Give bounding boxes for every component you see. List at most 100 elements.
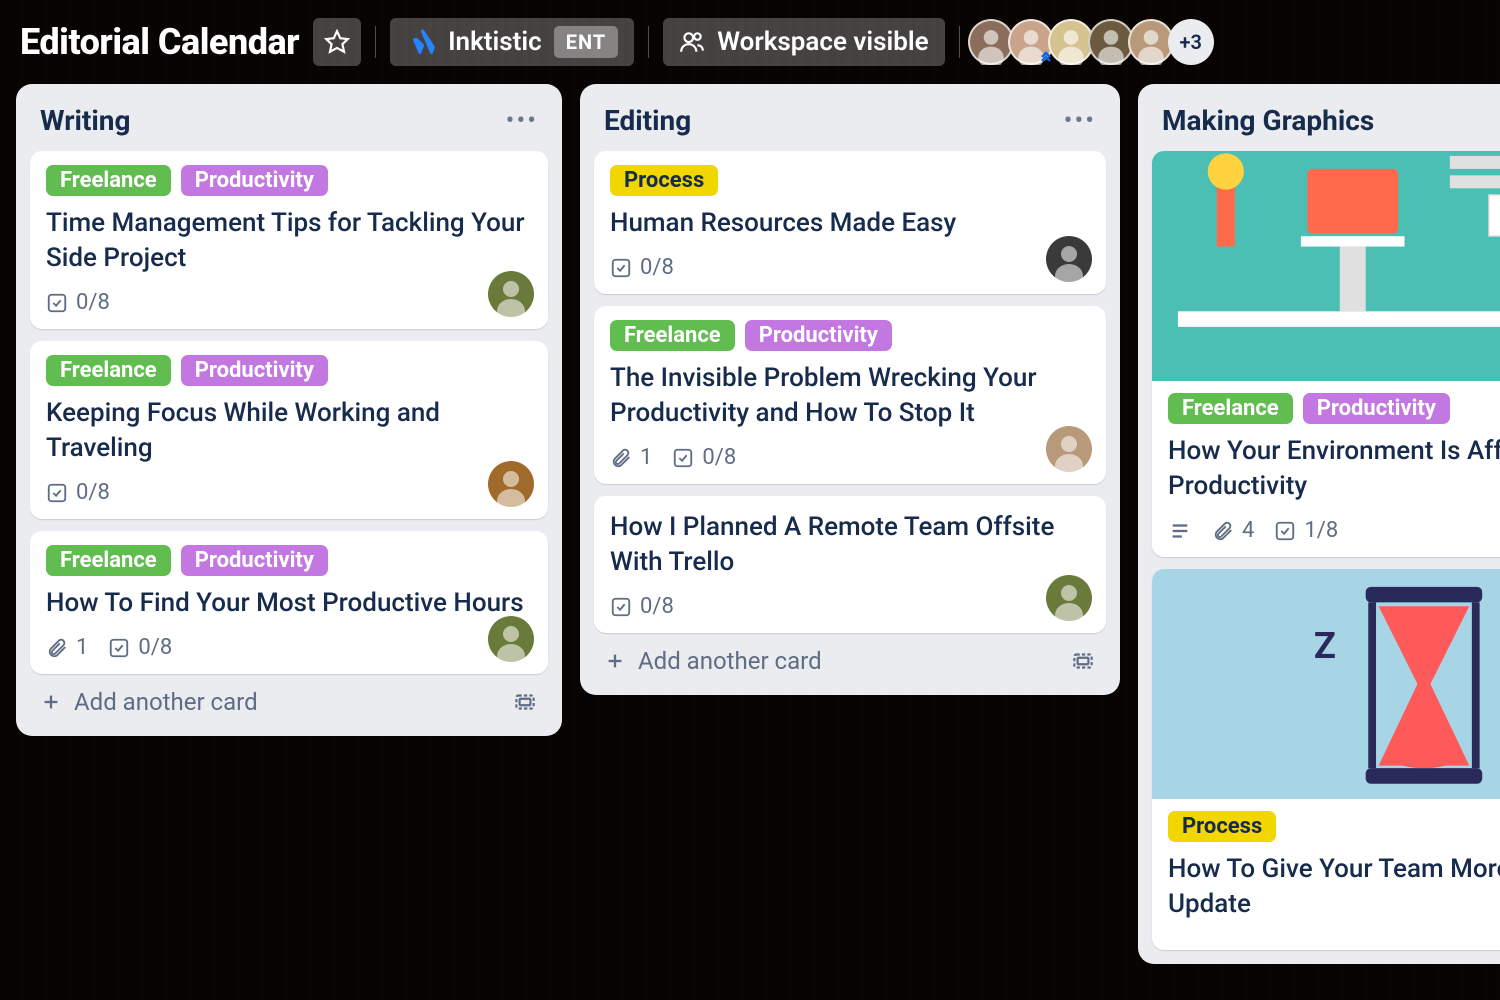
add-card-button[interactable]: Add another card — [594, 633, 1106, 681]
card-badges: 1 0/8 — [46, 635, 532, 660]
list: Writing ••• FreelanceProductivity Time M… — [16, 84, 562, 736]
label-productivity[interactable]: Productivity — [181, 355, 328, 386]
list-title[interactable]: Editing — [604, 104, 691, 137]
card-title: The Invisible Problem Wrecking Your Prod… — [610, 361, 1090, 431]
board-canvas: Writing ••• FreelanceProductivity Time M… — [0, 84, 1500, 1000]
card-member-avatar[interactable] — [1046, 236, 1092, 282]
label-productivity[interactable]: Productivity — [745, 320, 892, 351]
template-icon[interactable] — [1070, 648, 1096, 674]
card-member-avatar[interactable] — [1046, 426, 1092, 472]
list-header: Making Graphics ••• — [1152, 98, 1500, 151]
divider — [648, 26, 649, 58]
checklist-badge: 0/8 — [108, 635, 172, 660]
card[interactable]: Freelance Productivity How To Find Your M… — [30, 531, 548, 674]
card-badges: 1 0/8 — [610, 445, 1090, 470]
card-list: Freelance Productivity How Your Environme… — [1152, 151, 1500, 950]
card-badges: 0/8 — [610, 594, 1090, 619]
card[interactable]: Freelance Productivity Keeping Focus Whil… — [30, 341, 548, 519]
card-title: Human Resources Made Easy — [610, 206, 1090, 241]
template-icon[interactable] — [512, 689, 538, 715]
card-badges: 0/8 — [46, 290, 532, 315]
card-labels: Freelance Productivity — [610, 320, 1090, 351]
atlassian-icon — [406, 27, 436, 57]
visibility-button[interactable]: Workspace visible — [663, 18, 944, 66]
card-title: Keeping Focus While Working and Travelin… — [46, 396, 532, 466]
list-title[interactable]: Making Graphics — [1162, 104, 1374, 137]
add-card-label: Add another card — [638, 647, 822, 675]
label-freelance[interactable]: Freelance — [610, 320, 735, 351]
card[interactable]: How I Planned A Remote Team Offsite With… — [594, 496, 1106, 633]
checklist-badge: 0/8 — [610, 594, 674, 619]
attachment-badge: 4 — [1212, 518, 1254, 543]
card-member-avatar[interactable] — [488, 461, 534, 507]
list: Making Graphics ••• FreelanceProd — [1138, 84, 1500, 964]
plus-icon — [604, 650, 626, 672]
list-header: Writing ••• — [30, 98, 548, 151]
card-title: How I Planned A Remote Team Offsite With… — [610, 510, 1090, 580]
workspace-badge: ENT — [554, 26, 618, 58]
add-card-button[interactable]: Add another card — [30, 674, 548, 722]
label-productivity[interactable]: Productivity — [181, 165, 328, 196]
board-title[interactable]: Editorial Calendar — [20, 21, 299, 63]
description-badge — [1168, 520, 1192, 542]
card[interactable]: Freelance Productivity How Your Environme… — [1152, 151, 1500, 557]
add-card-label: Add another card — [74, 688, 258, 716]
label-process[interactable]: Process — [1168, 811, 1276, 842]
card-cover: Z z Z z — [1152, 569, 1500, 799]
checklist-badge: 0/8 — [672, 445, 736, 470]
card-title: How To Find Your Most Productive Hours — [46, 586, 532, 621]
checklist-badge: 0/8 — [610, 255, 674, 280]
star-button[interactable] — [313, 18, 361, 66]
card-member-avatar[interactable] — [488, 616, 534, 662]
member-avatar[interactable] — [1128, 19, 1174, 65]
card-title: How Your Environment Is Affecting Your P… — [1168, 434, 1500, 504]
card[interactable]: Z z Z z Process How To Give Your Team Mo… — [1152, 569, 1500, 950]
label-freelance[interactable]: Freelance — [1168, 393, 1293, 424]
card-member-avatar[interactable] — [488, 271, 534, 317]
list-title[interactable]: Writing — [40, 104, 130, 137]
card-cover — [1152, 151, 1500, 381]
visibility-label: Workspace visible — [717, 27, 928, 57]
member-avatar[interactable] — [968, 19, 1014, 65]
label-process[interactable]: Process — [610, 165, 718, 196]
star-icon — [324, 29, 350, 55]
label-freelance[interactable]: Freelance — [46, 545, 171, 576]
card-list: FreelanceProductivity Time Management Ti… — [30, 151, 548, 674]
card-labels: Process — [610, 165, 1090, 196]
card-list: Process Human Resources Made Easy 0/8 Fr… — [594, 151, 1106, 633]
card-title: How To Give Your Team More Status Update — [1168, 852, 1500, 922]
divider — [375, 26, 376, 58]
member-avatar[interactable] — [1008, 19, 1054, 65]
card[interactable]: Process Human Resources Made Easy 0/8 — [594, 151, 1106, 294]
member-avatars[interactable]: +3 — [974, 19, 1214, 65]
label-productivity[interactable]: Productivity — [181, 545, 328, 576]
card-badges: 0/8 — [46, 480, 532, 505]
label-freelance[interactable]: Freelance — [46, 165, 171, 196]
list-menu-button[interactable]: ••• — [1064, 106, 1096, 136]
plus-icon — [40, 691, 62, 713]
card-labels: Freelance Productivity — [46, 355, 532, 386]
list-menu-button[interactable]: ••• — [506, 106, 538, 136]
attachment-badge: 1 — [610, 445, 652, 470]
member-avatar[interactable] — [1048, 19, 1094, 65]
workspace-name: Inktistic — [448, 27, 542, 57]
board-header: Editorial Calendar Inktistic ENT Workspa… — [0, 0, 1500, 84]
card-member-avatar[interactable] — [1046, 575, 1092, 621]
workspace-button[interactable]: Inktistic ENT — [390, 18, 634, 66]
card-badges: 41/8 — [1168, 518, 1500, 543]
divider — [959, 26, 960, 58]
checklist-badge: 0/8 — [46, 290, 110, 315]
card-labels: Freelance Productivity — [1168, 393, 1500, 424]
label-freelance[interactable]: Freelance — [46, 355, 171, 386]
people-icon — [679, 29, 705, 55]
attachment-badge: 1 — [46, 635, 88, 660]
list: Editing ••• Process Human Resources Made… — [580, 84, 1120, 695]
card[interactable]: FreelanceProductivity Time Management Ti… — [30, 151, 548, 329]
avatar-overflow[interactable]: +3 — [1168, 19, 1214, 65]
card[interactable]: Freelance Productivity The Invisible Prob… — [594, 306, 1106, 484]
card-labels: Process — [1168, 811, 1500, 842]
member-avatar[interactable] — [1088, 19, 1134, 65]
label-productivity[interactable]: Productivity — [1303, 393, 1450, 424]
card-labels: Freelance Productivity — [46, 545, 532, 576]
list-header: Editing ••• — [594, 98, 1106, 151]
